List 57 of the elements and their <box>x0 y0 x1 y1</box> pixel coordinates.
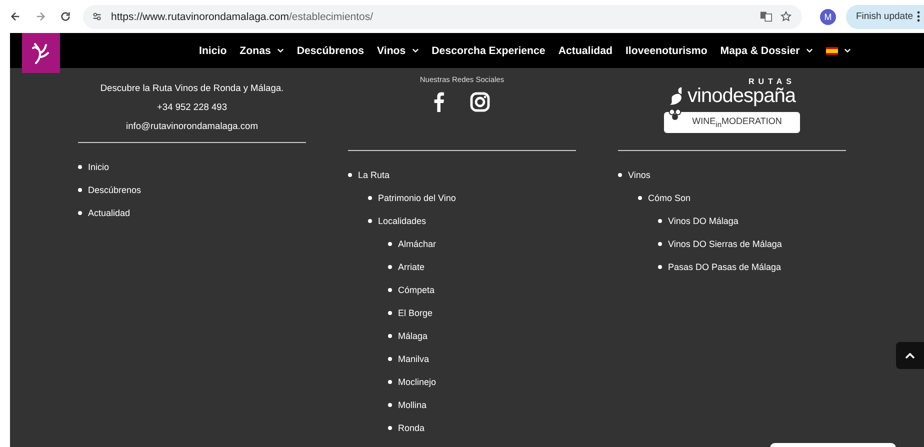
footer-link[interactable]: Descúbrenos <box>88 184 142 194</box>
footer-link[interactable]: El Borge <box>398 308 433 318</box>
footer-link[interactable]: Vinos DO Sierras de Málaga <box>668 238 782 248</box>
translate-icon[interactable] <box>760 11 772 22</box>
contact-text: info@rutavinorondamalaga.com <box>126 120 258 133</box>
back-icon[interactable] <box>10 11 21 22</box>
nav-menu-item[interactable]: Actualidad <box>558 44 612 56</box>
profile-avatar[interactable]: M <box>820 8 836 24</box>
back-to-top-button[interactable] <box>896 342 924 369</box>
footer-link[interactable]: Mollina <box>398 400 427 410</box>
instagram-icon[interactable] <box>470 92 490 112</box>
reload-icon[interactable] <box>60 11 71 22</box>
grapes-icon <box>668 109 682 121</box>
logo-subtitle: RUTAS <box>748 78 796 86</box>
kebab-menu-icon <box>917 11 920 22</box>
nav-menu-item[interactable]: Descúbrenos <box>296 44 364 56</box>
footer-link[interactable]: Manilva <box>398 354 430 364</box>
chevron-down-icon <box>276 48 284 53</box>
address-bar[interactable]: https://www.rutavinorondamalaga.com/establecimientos/ <box>83 4 802 28</box>
chevron-down-icon <box>844 48 851 53</box>
footer-link[interactable]: Ronda <box>398 422 425 432</box>
star-icon[interactable] <box>780 11 792 22</box>
footer-link[interactable]: Almáchar <box>398 238 436 248</box>
footer-link[interactable]: Localidades <box>378 216 426 226</box>
site-info-icon <box>91 11 103 22</box>
chevron-down-icon <box>806 48 813 53</box>
wine-in-moderation-badge[interactable]: WINE$_{in}$MODERATION <box>664 112 800 133</box>
nav-menu-item[interactable]: Inicio <box>199 44 227 56</box>
chevron-down-icon <box>412 48 419 53</box>
facebook-icon[interactable] <box>434 92 444 112</box>
contact-text: +34 952 228 493 <box>156 101 228 114</box>
footer-link[interactable]: Actualidad <box>88 208 130 218</box>
nav-menu-item[interactable]: Iloveenoturismo <box>625 44 708 56</box>
nav-menu-item[interactable]: Descorcha Experience <box>432 44 546 56</box>
nav-menu-item[interactable]: Mapa & Dossier <box>720 44 813 56</box>
site-logo[interactable] <box>22 33 60 73</box>
footer-link[interactable]: Pasas DO Pasas de Málaga <box>668 262 782 272</box>
nav-menu-item[interactable]: Vinos <box>377 44 419 56</box>
forward-icon[interactable] <box>35 11 46 22</box>
footer-link[interactable]: Vinos DO Málaga <box>668 216 738 226</box>
nav-menu-item[interactable]: Zonas <box>240 44 284 56</box>
logo-wordmark: vinodespaña <box>688 86 796 106</box>
footer-link[interactable]: Vinos <box>628 170 650 180</box>
footer-link[interactable]: La Ruta <box>358 170 390 180</box>
footer-link[interactable]: Arriate <box>398 262 425 272</box>
vine-logo-icon <box>31 41 51 65</box>
footer-link[interactable]: Inicio <box>88 162 110 172</box>
footer-link[interactable]: Málaga <box>398 330 428 340</box>
language-selector[interactable] <box>826 46 851 54</box>
footer-link[interactable]: Cómpeta <box>398 284 435 294</box>
footer-link[interactable]: Patrimonio del Vino <box>378 192 456 202</box>
footer-link[interactable]: Cómo Son <box>648 192 691 202</box>
footer-link[interactable]: Moclinejo <box>398 376 436 386</box>
chevron-up-icon <box>905 352 915 358</box>
contact-text: Descubre la Ruta Vinos de Ronda y Málaga. <box>100 82 284 95</box>
spain-flag-icon <box>826 46 838 54</box>
update-button[interactable]: Finish update <box>846 4 924 28</box>
